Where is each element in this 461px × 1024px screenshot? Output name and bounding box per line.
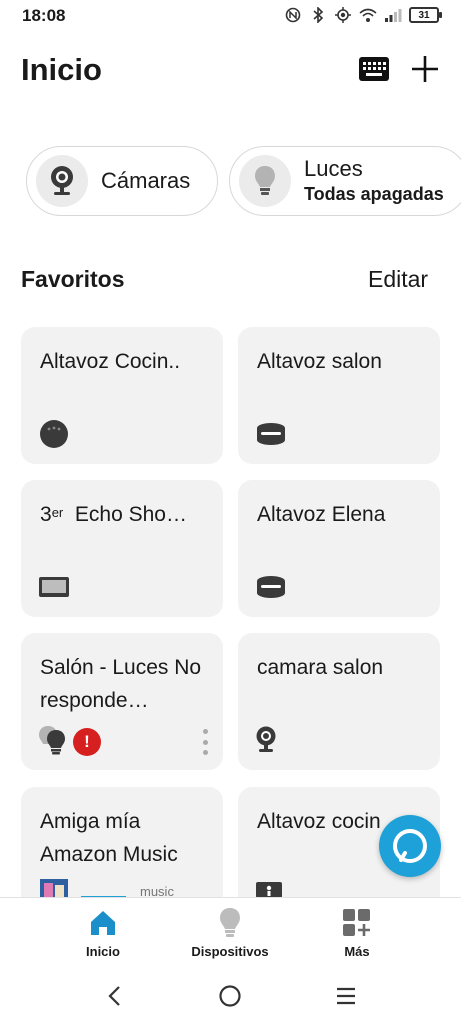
bluetooth-icon: [309, 6, 327, 24]
camera-icon: [255, 725, 287, 755]
echo-device-icon: [255, 882, 283, 898]
device-tile[interactable]: camara salon: [238, 633, 440, 770]
device-tile[interactable]: Altavoz Cocin..: [21, 327, 223, 464]
echo-speaker-icon: [255, 572, 287, 602]
nav-more[interactable]: Más: [302, 906, 412, 959]
camera-icon: [36, 155, 88, 207]
page-title: Inicio: [21, 52, 102, 87]
add-device-button[interactable]: [410, 54, 440, 84]
cameras-chip[interactable]: Cámaras: [26, 146, 218, 216]
devices-bulb-icon: [175, 906, 285, 940]
device-tile[interactable]: Salón - Luces No responde… !: [21, 633, 223, 770]
system-nav: [0, 969, 461, 1024]
nav-more-label: Más: [344, 944, 370, 959]
device-name: Altavoz salon: [257, 350, 382, 373]
wifi-icon: [359, 6, 377, 24]
lights-chip[interactable]: Luces Todas apagadas: [229, 146, 461, 216]
device-name-prefix-sup: er: [51, 505, 64, 520]
location-icon: [334, 6, 352, 24]
favorites-title: Favoritos: [21, 266, 125, 292]
echo-dot-icon: [38, 419, 70, 449]
edit-favorites-button[interactable]: Editar: [368, 266, 428, 293]
device-name: Altavoz Cocin..: [40, 350, 181, 373]
home-circle-icon[interactable]: [215, 981, 245, 1011]
device-name: Altavoz Elena: [257, 503, 386, 526]
nav-devices[interactable]: Dispositivos: [175, 906, 285, 959]
nav-home[interactable]: Inicio: [48, 906, 158, 959]
back-icon[interactable]: [100, 981, 130, 1011]
device-name-prefix: 3: [40, 503, 52, 526]
nav-home-label: Inicio: [86, 944, 120, 959]
signal-icon: [384, 6, 402, 24]
plus-icon: [412, 56, 438, 82]
device-name: Amiga mía Amazon Music: [40, 810, 178, 866]
nfc-icon: [284, 6, 302, 24]
more-vertical-icon[interactable]: [199, 729, 211, 755]
home-icon: [48, 906, 158, 940]
more-grid-icon: [302, 906, 412, 940]
status-bar: 18:08 31: [0, 0, 461, 34]
battery-icon: 31: [409, 7, 442, 23]
alexa-button[interactable]: [379, 815, 441, 877]
alexa-icon: [393, 829, 427, 863]
alert-icon: !: [73, 728, 101, 756]
status-icons: 31: [284, 6, 442, 24]
lights-chip-label: Luces: [304, 156, 363, 181]
device-name: Salón - Luces No responde…: [40, 656, 202, 712]
device-tile[interactable]: Altavoz Elena: [238, 480, 440, 617]
echo-speaker-icon: [255, 419, 287, 449]
bulb-icon: [239, 155, 291, 207]
device-tile[interactable]: 3er Echo Sho…: [21, 480, 223, 617]
bottom-nav: Inicio Dispositivos Más: [0, 897, 461, 969]
device-name-text: Echo Sho…: [74, 503, 187, 526]
echo-show-icon: [38, 572, 70, 602]
lights-chip-status: Todas apagadas: [304, 184, 444, 204]
cameras-chip-label: Cámaras: [101, 168, 191, 193]
nav-devices-label: Dispositivos: [191, 944, 269, 959]
battery-level: 31: [418, 9, 430, 21]
bulb-group-icon: [38, 725, 70, 755]
device-tile[interactable]: Altavoz salon: [238, 327, 440, 464]
status-time: 18:08: [22, 6, 66, 25]
device-name: camara salon: [257, 656, 384, 679]
device-name: 3er Echo Sho…: [40, 498, 216, 531]
recents-icon[interactable]: [331, 981, 361, 1011]
keyboard-icon[interactable]: [359, 57, 389, 81]
